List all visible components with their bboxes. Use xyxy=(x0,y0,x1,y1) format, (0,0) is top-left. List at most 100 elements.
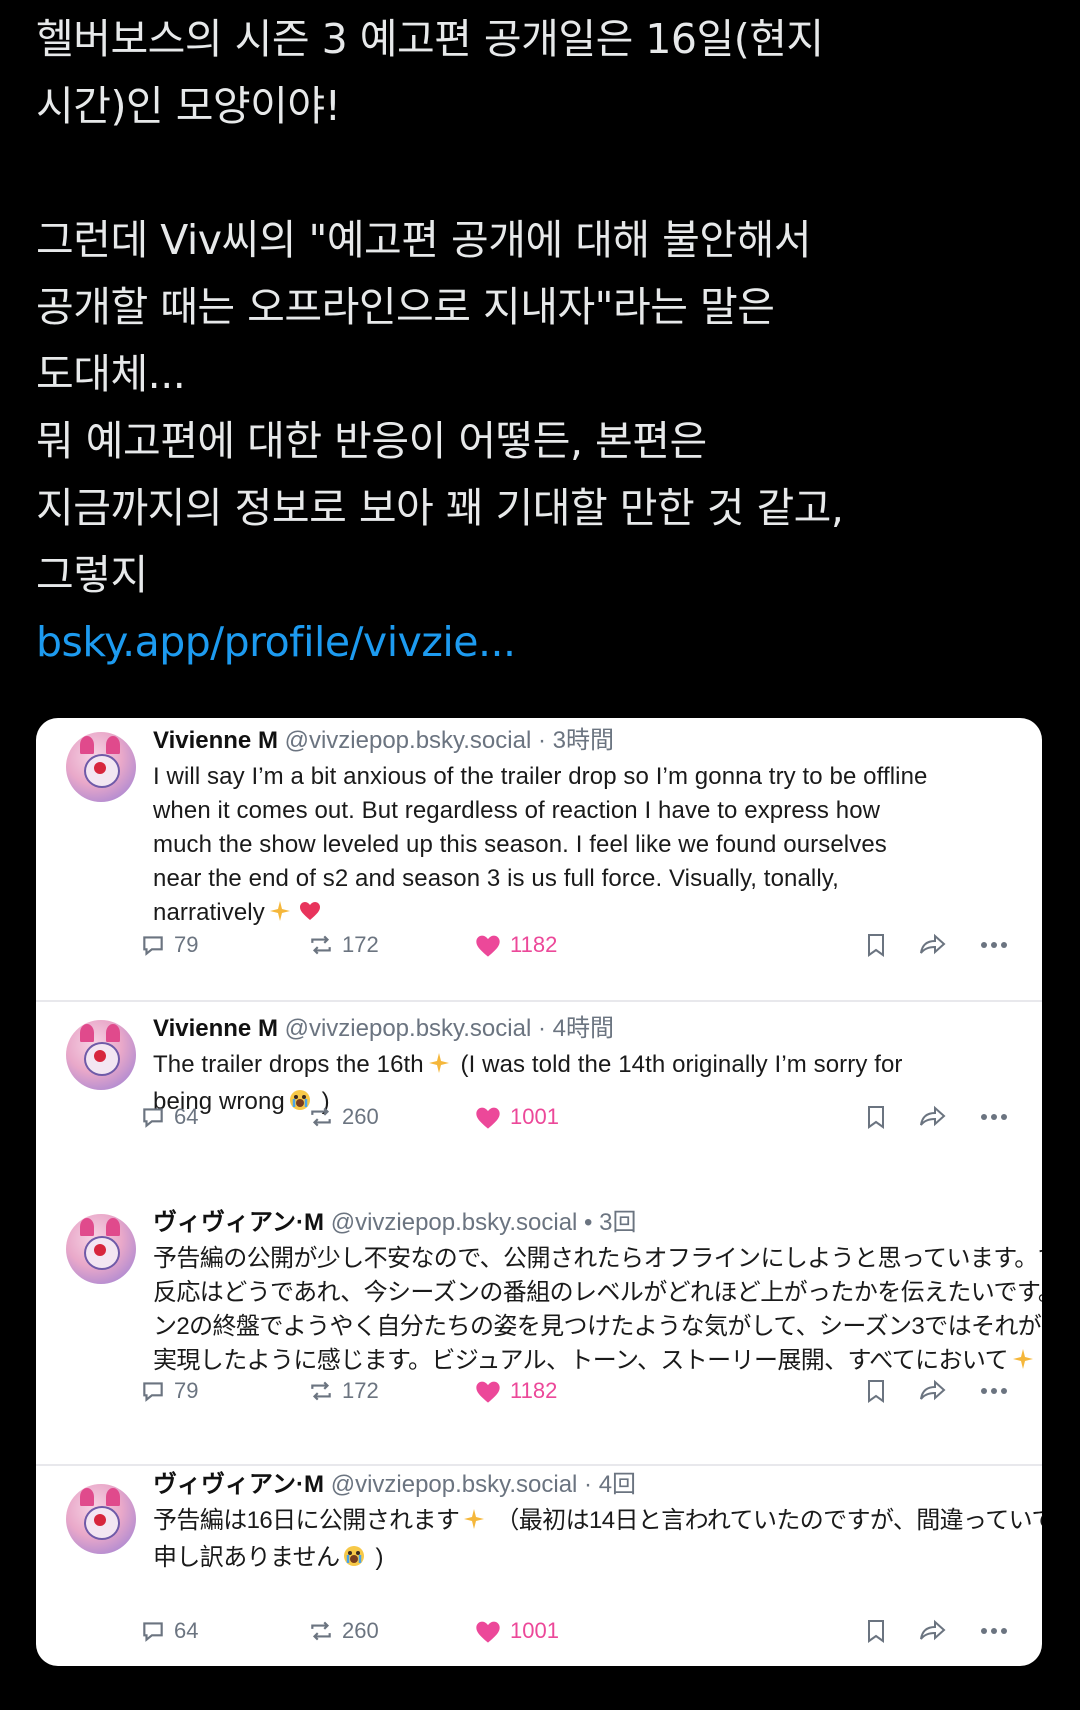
tweet-line: 그런데 Viv씨의 "예고편 공개에 대해 불안해서 xyxy=(36,216,812,264)
crying-face-icon xyxy=(342,1544,366,1578)
like-count: 1182 xyxy=(510,1378,558,1403)
author-name[interactable]: ヴィヴィアン·M xyxy=(153,1471,324,1498)
post-line: when it comes out. But regardless of rea… xyxy=(153,797,881,824)
heart-icon xyxy=(298,899,322,933)
author-handle-time: @vivziepop.bsky.social · 3時間 xyxy=(277,727,614,754)
tweet-line: 그렇지 xyxy=(36,551,148,599)
heart-icon xyxy=(474,1618,502,1644)
more-options-button[interactable] xyxy=(980,1616,1008,1646)
post-actions: 64 260 1001 xyxy=(36,1102,1042,1132)
tweet-line: 지금까지의 정보로 보아 꽤 기대할 만한 것 같고, xyxy=(36,484,844,532)
author-handle-time: @vivziepop.bsky.social · 4時間 xyxy=(277,1015,614,1042)
more-icon xyxy=(980,941,1008,949)
avatar[interactable] xyxy=(66,732,136,802)
bookmark-button[interactable] xyxy=(864,1376,888,1406)
avatar[interactable] xyxy=(66,1484,136,1554)
tweet-line: 뭐 예고편에 대한 반응이 어떻든, 본편은 xyxy=(36,417,707,465)
heart-icon xyxy=(474,932,502,958)
bookmark-icon xyxy=(864,932,888,958)
bookmark-icon xyxy=(864,1378,888,1404)
share-icon xyxy=(918,1618,948,1644)
repost-icon xyxy=(308,1104,334,1130)
post-line: ン2の終盤でようやく自分たちの姿を見つけたような気がして、シーズン3ではそれが完… xyxy=(153,1313,1042,1340)
repost-button[interactable]: 172 xyxy=(308,930,379,960)
author-handle-time: @vivziepop.bsky.social • 3回 xyxy=(324,1209,637,1236)
more-icon xyxy=(980,1627,1008,1635)
post-header: Vivienne M @vivziepop.bsky.social · 3時間 xyxy=(153,726,614,756)
post-line: much the show leveled up this season. I … xyxy=(153,831,887,858)
like-count: 1001 xyxy=(510,1104,559,1129)
repost-button[interactable]: 260 xyxy=(308,1102,379,1132)
author-name[interactable]: Vivienne M xyxy=(153,1015,278,1042)
post-line: 予告編の公開が少し不安なので、公開されたらオフラインにしようと思っています。でも… xyxy=(153,1245,1042,1272)
tweet-link[interactable]: bsky.app/profile/vivzie... xyxy=(36,609,1046,676)
post-body: 予告編の公開が少し不安なので、公開されたらオフラインにしようと思っています。でも… xyxy=(153,1242,1042,1381)
more-options-button[interactable] xyxy=(980,1102,1008,1132)
repost-icon xyxy=(308,1618,334,1644)
repost-count: 172 xyxy=(342,932,379,957)
share-button[interactable] xyxy=(918,1616,948,1646)
sparkles-icon xyxy=(268,899,292,933)
repost-button[interactable]: 172 xyxy=(308,1376,379,1406)
post-line: 反応はどうであれ、今シーズンの番組のレベルがどれほど上がったかを伝えたいです。シ… xyxy=(153,1279,1042,1306)
share-button[interactable] xyxy=(918,1376,948,1406)
post-header: ヴィヴィアン·M @vivziepop.bsky.social · 4回 xyxy=(153,1470,636,1500)
post-actions: 64 260 1001 xyxy=(36,1616,1042,1646)
tweet-text: 헬버보스의 시즌 3 예고편 공개일은 16일(현지 시간)인 모양이야! 그런… xyxy=(36,6,1046,676)
share-icon xyxy=(918,932,948,958)
post-line: narratively xyxy=(153,896,1013,933)
post-actions: 79 172 1182 xyxy=(36,1376,1042,1406)
heart-icon xyxy=(474,1378,502,1404)
avatar[interactable] xyxy=(66,1214,136,1284)
reply-icon xyxy=(140,1378,166,1404)
share-icon xyxy=(918,1104,948,1130)
post-header: ヴィヴィアン·M @vivziepop.bsky.social • 3回 xyxy=(153,1208,636,1238)
more-options-button[interactable] xyxy=(980,1376,1008,1406)
bookmark-button[interactable] xyxy=(864,1102,888,1132)
reply-count: 64 xyxy=(174,1104,199,1129)
reply-button[interactable]: 64 xyxy=(140,1102,198,1132)
reply-button[interactable]: 79 xyxy=(140,930,198,960)
like-button[interactable]: 1182 xyxy=(474,930,557,960)
sparkles-icon xyxy=(427,1051,451,1085)
like-count: 1001 xyxy=(510,1618,559,1643)
bookmark-button[interactable] xyxy=(864,930,888,960)
post-line: The trailer drops the 16th (I was told t… xyxy=(153,1048,1013,1085)
bookmark-button[interactable] xyxy=(864,1616,888,1646)
post-line: near the end of s2 and season 3 is us fu… xyxy=(153,865,839,892)
reply-button[interactable]: 79 xyxy=(140,1376,198,1406)
like-button[interactable]: 1001 xyxy=(474,1102,559,1132)
post-line: 予告編は16日に公開されます （最初は14日と言われていたのですが、間違っていて xyxy=(153,1504,1042,1541)
like-count: 1182 xyxy=(510,932,558,957)
post-actions: 79 172 1182 xyxy=(36,930,1042,960)
share-button[interactable] xyxy=(918,1102,948,1132)
heart-icon xyxy=(474,1104,502,1130)
reply-button[interactable]: 64 xyxy=(140,1616,198,1646)
share-button[interactable] xyxy=(918,930,948,960)
repost-count: 172 xyxy=(342,1378,379,1403)
author-name[interactable]: ヴィヴィアン·M xyxy=(153,1209,324,1236)
like-button[interactable]: 1001 xyxy=(474,1616,559,1646)
like-button[interactable]: 1182 xyxy=(474,1376,557,1406)
reply-count: 79 xyxy=(174,1378,199,1403)
repost-button[interactable]: 260 xyxy=(308,1616,379,1646)
author-handle-time: @vivziepop.bsky.social · 4回 xyxy=(324,1471,637,1498)
sparkles-icon xyxy=(462,1507,486,1541)
more-icon xyxy=(980,1387,1008,1395)
author-name[interactable]: Vivienne M xyxy=(153,727,278,754)
tweet-line: 시간)인 모양이야! xyxy=(36,82,341,130)
reply-icon xyxy=(140,932,166,958)
repost-icon xyxy=(308,1378,334,1404)
avatar[interactable] xyxy=(66,1020,136,1090)
repost-count: 260 xyxy=(342,1618,379,1643)
post-body: I will say I’m a bit anxious of the trai… xyxy=(153,760,1013,933)
reply-icon xyxy=(140,1104,166,1130)
reply-icon xyxy=(140,1618,166,1644)
tweet-line: 공개할 때는 오프라인으로 지내자"라는 말은 xyxy=(36,283,775,331)
post-line: 申し訳ありません ) xyxy=(153,1541,1013,1578)
more-options-button[interactable] xyxy=(980,930,1008,960)
more-icon xyxy=(980,1113,1008,1121)
share-icon xyxy=(918,1378,948,1404)
repost-icon xyxy=(308,932,334,958)
